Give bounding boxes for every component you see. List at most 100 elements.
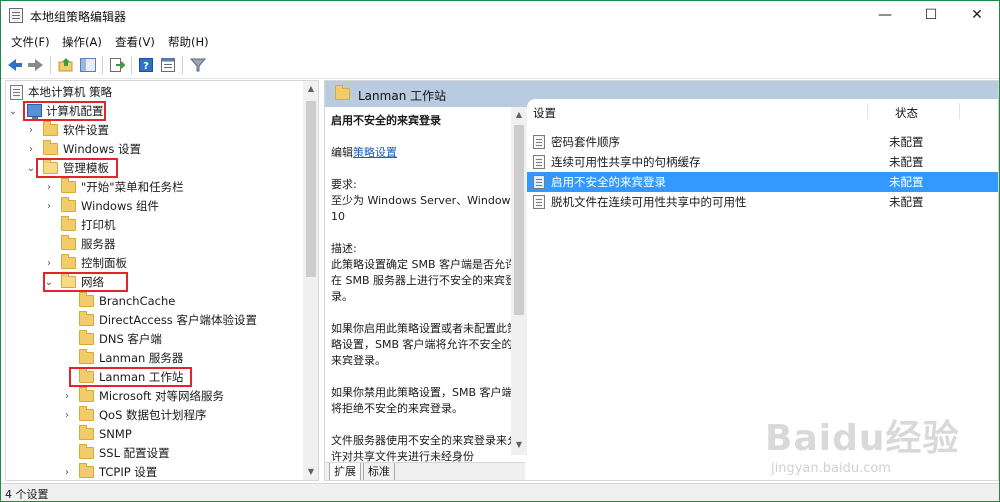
tab-extended[interactable]: 扩展 [329,463,361,480]
setting-name: 脱机文件在连续可用性共享中的可用性 [551,195,747,209]
scroll-up-icon[interactable]: ▲ [303,81,318,97]
list-item[interactable]: 脱机文件在连续可用性共享中的可用性 未配置 [527,192,998,212]
folder-icon [79,330,94,345]
column-setting[interactable]: 设置 [533,105,556,121]
tree-item-snmp[interactable]: SNMP [6,425,304,444]
filter-icon[interactable] [189,56,207,74]
chevron-right-icon[interactable]: › [62,463,72,480]
tree-label: QoS 数据包计划程序 [99,408,207,422]
requirement-label: 要求: [331,178,357,191]
tree-label: Windows 组件 [81,199,159,213]
scroll-down-icon[interactable]: ▼ [511,437,527,453]
tree-item-ssl[interactable]: SSL 配置设置 [6,444,304,463]
list-item[interactable]: 密码套件顺序 未配置 [527,132,998,152]
policy-setting-icon [533,135,545,149]
setting-name: 密码套件顺序 [551,135,620,149]
tree-label: BranchCache [99,294,176,308]
tab-standard[interactable]: 标准 [363,463,395,480]
folder-icon [335,85,350,100]
tree-item-printers[interactable]: 打印机 [6,216,304,235]
setting-state: 未配置 [889,175,924,189]
toolbar-divider [182,56,183,74]
column-state[interactable]: 状态 [895,105,918,121]
tree-item-control-panel[interactable]: › 控制面板 [6,254,304,273]
setting-name: 启用不安全的来宾登录 [551,175,666,189]
chevron-right-icon[interactable]: › [44,178,54,197]
list-item[interactable]: 连续可用性共享中的句柄缓存 未配置 [527,152,998,172]
toolbar-divider [131,56,132,74]
tree-item-lanman-server[interactable]: Lanman 服务器 [6,349,304,368]
requirement-text: 至少为 Windows Server、Windows 10 [331,194,517,223]
help-icon[interactable]: ? [137,56,155,74]
up-folder-icon[interactable] [57,56,75,74]
description-scrollbar[interactable]: ▲ ▼ [511,107,527,455]
policy-setting-icon [533,195,545,209]
tree-item-directaccess[interactable]: DirectAccess 客户端体验设置 [6,311,304,330]
tree-label: DirectAccess 客户端体验设置 [99,313,257,327]
tree-item-dns-client[interactable]: DNS 客户端 [6,330,304,349]
properties-icon[interactable] [159,56,177,74]
menu-file[interactable]: 文件(F) [11,34,50,50]
tree-item-qos[interactable]: › QoS 数据包计划程序 [6,406,304,425]
chevron-right-icon[interactable]: › [62,387,72,406]
chevron-down-icon[interactable]: ⌄ [8,102,18,121]
tree-item-branchcache[interactable]: BranchCache [6,292,304,311]
forward-arrow-icon[interactable] [27,56,45,74]
tree-item-tcpip[interactable]: › TCPIP 设置 [6,463,304,480]
edit-policy-link[interactable]: 策略设置 [353,146,397,159]
chevron-right-icon[interactable]: › [26,121,36,140]
description-text: 此策略设置确定 SMB 客户端是否允许在 SMB 服务器上进行不安全的来宾登录。 [331,258,517,303]
back-arrow-icon[interactable] [7,56,25,74]
chevron-down-icon[interactable]: ⌄ [26,159,36,178]
tree-item-windows-components[interactable]: › Windows 组件 [6,197,304,216]
folder-icon [61,197,76,212]
scroll-thumb[interactable] [306,101,316,277]
scroll-thumb[interactable] [514,125,524,315]
tree-item-ms-p2p[interactable]: › Microsoft 对等网络服务 [6,387,304,406]
export-list-icon[interactable] [108,56,126,74]
scroll-up-icon[interactable]: ▲ [511,107,527,123]
menu-view[interactable]: 查看(V) [115,34,155,50]
chevron-right-icon[interactable]: › [44,197,54,216]
show-hide-tree-icon[interactable] [79,56,97,74]
chevron-right-icon[interactable]: › [44,254,54,273]
title-bar[interactable]: 本地组策略编辑器 — ☐ ✕ [1,1,999,30]
tree-label: 服务器 [81,237,116,251]
minimize-button[interactable]: — [862,1,908,30]
column-divider[interactable] [867,103,868,119]
toolbar: ? [1,52,999,79]
svg-text:?: ? [143,61,149,72]
description-panel: 启用不安全的来宾登录 编辑策略设置 要求: 至少为 Windows Server、… [325,107,525,462]
tree-item-root[interactable]: 本地计算机 策略 [6,83,304,102]
chevron-right-icon[interactable]: › [62,406,72,425]
tree-label: SSL 配置设置 [99,446,170,460]
tree-item-software-settings[interactable]: › 软件设置 [6,121,304,140]
folder-icon [61,235,76,250]
menu-help[interactable]: 帮助(H) [168,34,209,50]
list-header: 设置 状态 [527,99,998,123]
folder-icon [79,292,94,307]
details-header-title: Lanman 工作站 [358,89,447,103]
tree-item-windows-settings[interactable]: › Windows 设置 [6,140,304,159]
status-bar: 4 个设置 [1,483,999,501]
toolbar-divider [50,56,51,74]
details-pane: Lanman 工作站 启用不安全的来宾登录 编辑策略设置 要求: 至少为 Wind… [324,80,999,481]
column-divider[interactable] [959,103,960,119]
close-button[interactable]: ✕ [954,1,999,30]
maximize-button[interactable]: ☐ [908,1,954,30]
edit-prefix: 编辑 [331,146,353,159]
tree-label: 软件设置 [63,123,109,137]
setting-state: 未配置 [889,155,924,169]
tree-label: 打印机 [81,218,116,232]
tree-pane[interactable]: 本地计算机 策略 ⌄ 计算机配置 › 软件设置 › Windows 设置 ⌄ 管… [5,80,319,481]
scroll-down-icon[interactable]: ▼ [303,464,318,480]
tree-item-server[interactable]: 服务器 [6,235,304,254]
tree-scrollbar[interactable]: ▲ ▼ [303,81,318,480]
description-text: 如果你启用此策略设置或者未配置此策略设置，SMB 客户端将允许不安全的来宾登录。 [331,322,518,367]
tree-item-start-menu[interactable]: › "开始"菜单和任务栏 [6,178,304,197]
list-item-selected[interactable]: 启用不安全的来宾登录 未配置 [527,172,998,192]
menu-bar: 文件(F) 操作(A) 查看(V) 帮助(H) [1,30,999,52]
chevron-right-icon[interactable]: › [26,140,36,159]
menu-action[interactable]: 操作(A) [62,34,102,50]
policy-document-icon [10,85,23,100]
